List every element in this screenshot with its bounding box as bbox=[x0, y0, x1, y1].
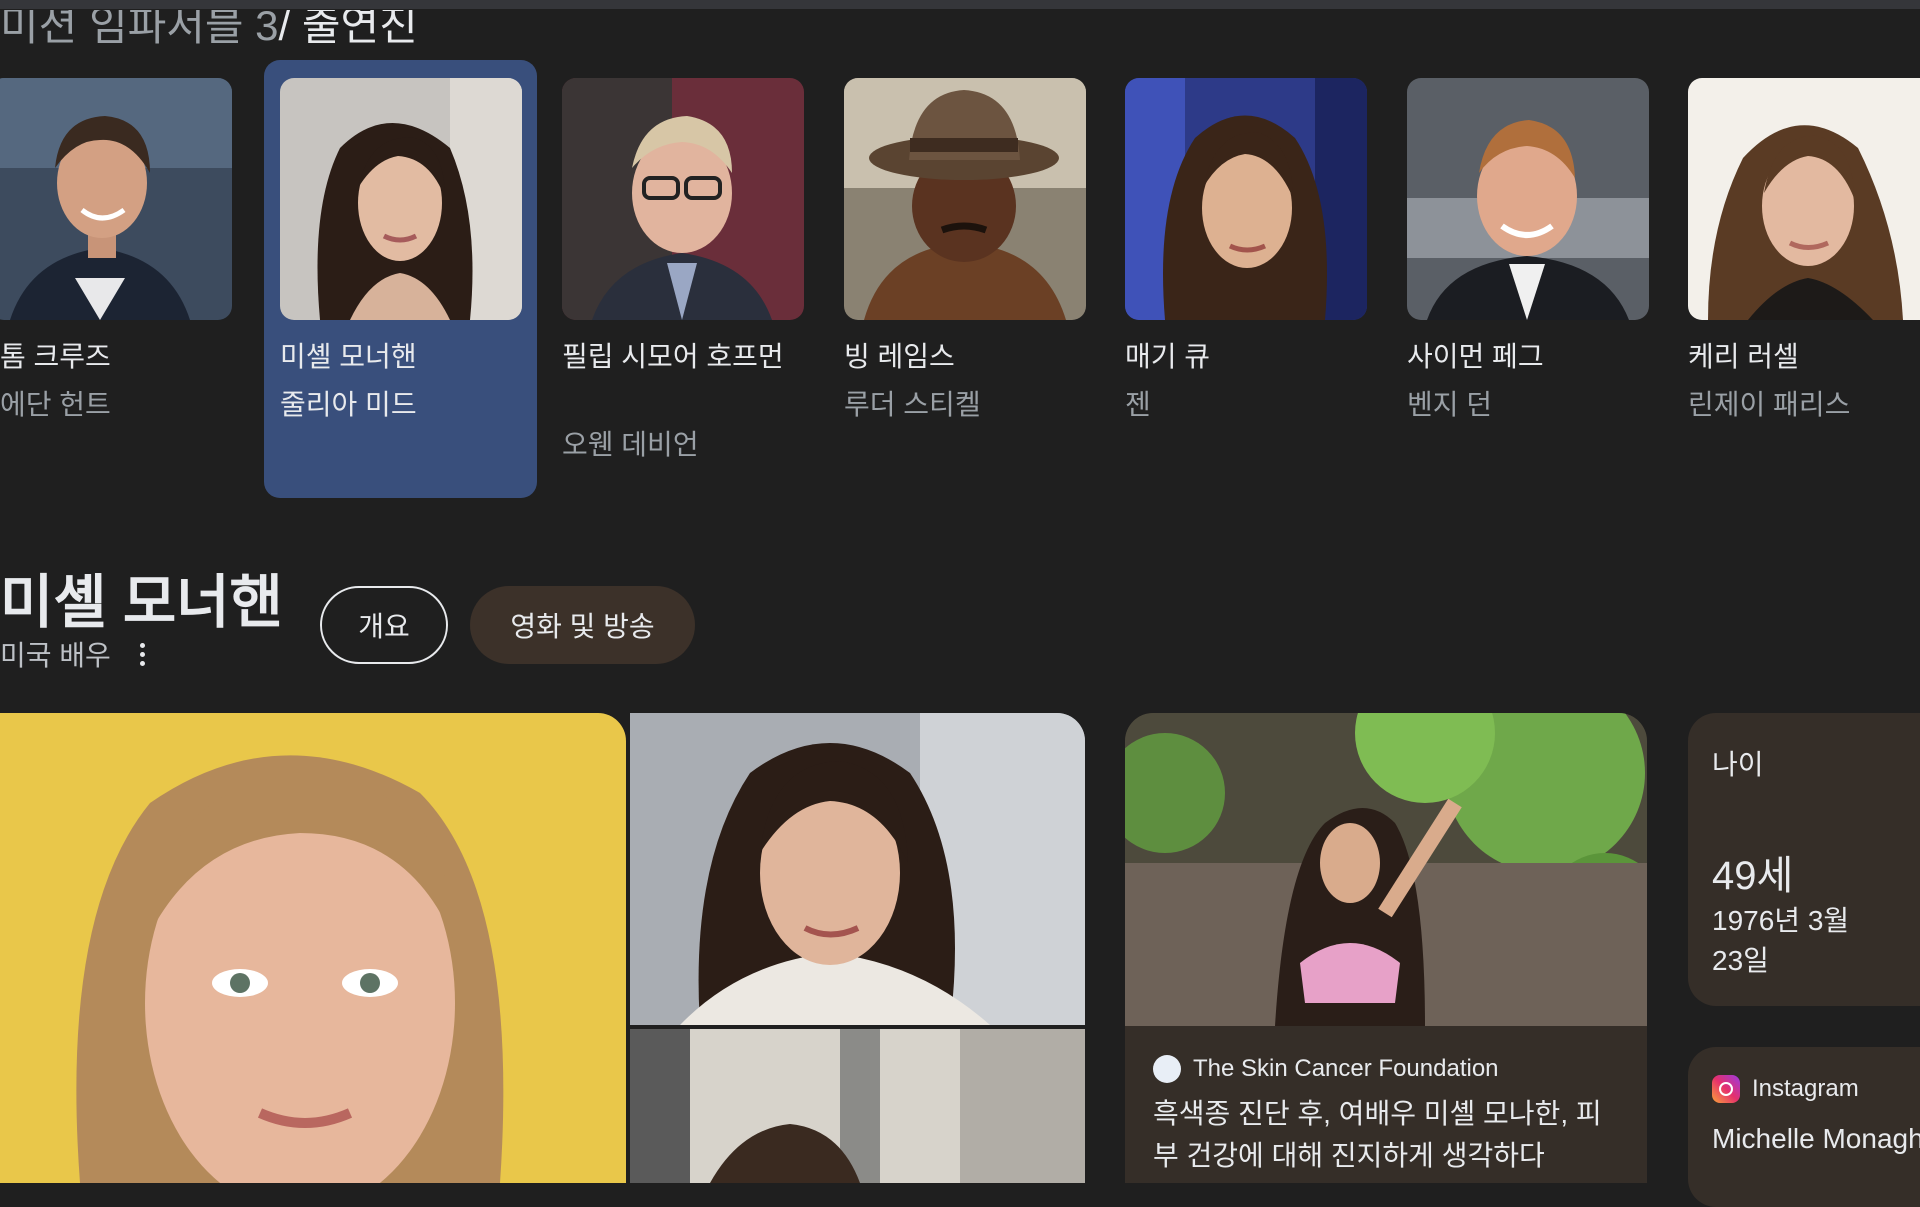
cast-photo bbox=[844, 78, 1086, 320]
cast-card-maggie-q[interactable]: 매기 큐 젠 bbox=[1125, 60, 1367, 490]
tab-films-and-shows[interactable]: 영화 및 방송 bbox=[470, 586, 695, 664]
cast-name: 매기 큐 bbox=[1125, 341, 1211, 372]
entity-description: 미국 배우 bbox=[0, 640, 111, 671]
cast-photo bbox=[562, 78, 804, 320]
article-card[interactable]: The Skin Cancer Foundation 흑색종 진단 후, 여배우… bbox=[1125, 713, 1647, 1183]
cast-name: 사이먼 페그 bbox=[1407, 341, 1544, 372]
article-source-name: The Skin Cancer Foundation bbox=[1193, 1055, 1499, 1082]
cast-role: 오웬 데비언 bbox=[562, 429, 699, 460]
cast-name: 필립 시모어 호프먼 bbox=[562, 341, 784, 372]
cast-name: 미셸 모너핸 bbox=[280, 341, 417, 372]
cast-card-keri-russell[interactable]: 케리 러셀 린제이 패리스 bbox=[1688, 60, 1920, 490]
cast-photo bbox=[1125, 78, 1367, 320]
entity-title: 미셸 모너핸 bbox=[0, 570, 283, 635]
cast-role: 루더 스티켈 bbox=[844, 389, 981, 420]
cast-card-simon-pegg[interactable]: 사이먼 페그 벤지 던 bbox=[1407, 60, 1649, 490]
tab-overview[interactable]: 개요 bbox=[320, 586, 448, 664]
cast-role: 젠 bbox=[1125, 389, 1151, 420]
cast-carousel: 톰 크루즈 에단 헌트 미셸 모너핸 줄리아 미드 필립 시모어 호프먼 오웬 … bbox=[0, 60, 1920, 500]
cast-name: 빙 레임스 bbox=[844, 341, 955, 372]
cast-photo bbox=[1688, 78, 1920, 320]
browser-top-bar bbox=[0, 0, 1920, 9]
instagram-source: Instagram bbox=[1712, 1075, 1859, 1103]
article-source: The Skin Cancer Foundation bbox=[1153, 1055, 1499, 1083]
cast-photo bbox=[1407, 78, 1649, 320]
cast-photo bbox=[280, 78, 522, 320]
cast-card-michelle-monaghan[interactable]: 미셸 모너핸 줄리아 미드 bbox=[264, 60, 537, 498]
cast-role: 벤지 던 bbox=[1407, 389, 1493, 420]
cast-role: 에단 헌트 bbox=[0, 389, 111, 420]
article-image bbox=[1125, 713, 1647, 1026]
age-value: 49세 bbox=[1712, 854, 1794, 898]
instagram-profile-text: Michelle Monaghan (@michellemonaghan) bbox=[1712, 1123, 1920, 1154]
cast-role: 린제이 패리스 bbox=[1688, 389, 1851, 420]
more-options-icon[interactable] bbox=[132, 640, 152, 670]
cast-card-tom-cruise[interactable]: 톰 크루즈 에단 헌트 bbox=[0, 60, 242, 490]
birth-date: 1976년 3월 23일 bbox=[1712, 905, 1850, 976]
age-label: 나이 bbox=[1712, 749, 1764, 780]
instagram-icon bbox=[1712, 1075, 1740, 1103]
image-main-portrait[interactable] bbox=[0, 713, 626, 1183]
cast-name: 케리 러셀 bbox=[1688, 341, 1799, 372]
image-portrait-2[interactable] bbox=[630, 713, 1085, 1025]
skin-cancer-foundation-logo-icon bbox=[1153, 1055, 1181, 1083]
cast-photo bbox=[0, 78, 232, 320]
instagram-card[interactable]: Instagram Michelle Monaghan (@michellemo… bbox=[1688, 1047, 1920, 1207]
cast-name: 톰 크루즈 bbox=[0, 341, 111, 372]
instagram-source-name: Instagram bbox=[1752, 1075, 1859, 1102]
cast-role: 줄리아 미드 bbox=[280, 389, 417, 420]
cast-heading-text: / 출연진 bbox=[278, 2, 418, 49]
cast-card-ving-rhames[interactable]: 빙 레임스 루더 스티켈 bbox=[844, 60, 1086, 490]
movie-title-text[interactable]: 미션 임파서블 3 bbox=[0, 10, 279, 49]
cast-card-philip-seymour-hoffman[interactable]: 필립 시모어 호프먼 오웬 데비언 bbox=[562, 60, 804, 490]
image-portrait-3[interactable] bbox=[630, 1029, 1085, 1183]
article-title[interactable]: 흑색종 진단 후, 여배우 미셸 모나한, 피부 건강에 대해 진지하게 생각하… bbox=[1153, 1093, 1623, 1177]
age-info-card: 나이 49세 1976년 3월 23일 bbox=[1688, 713, 1920, 1006]
